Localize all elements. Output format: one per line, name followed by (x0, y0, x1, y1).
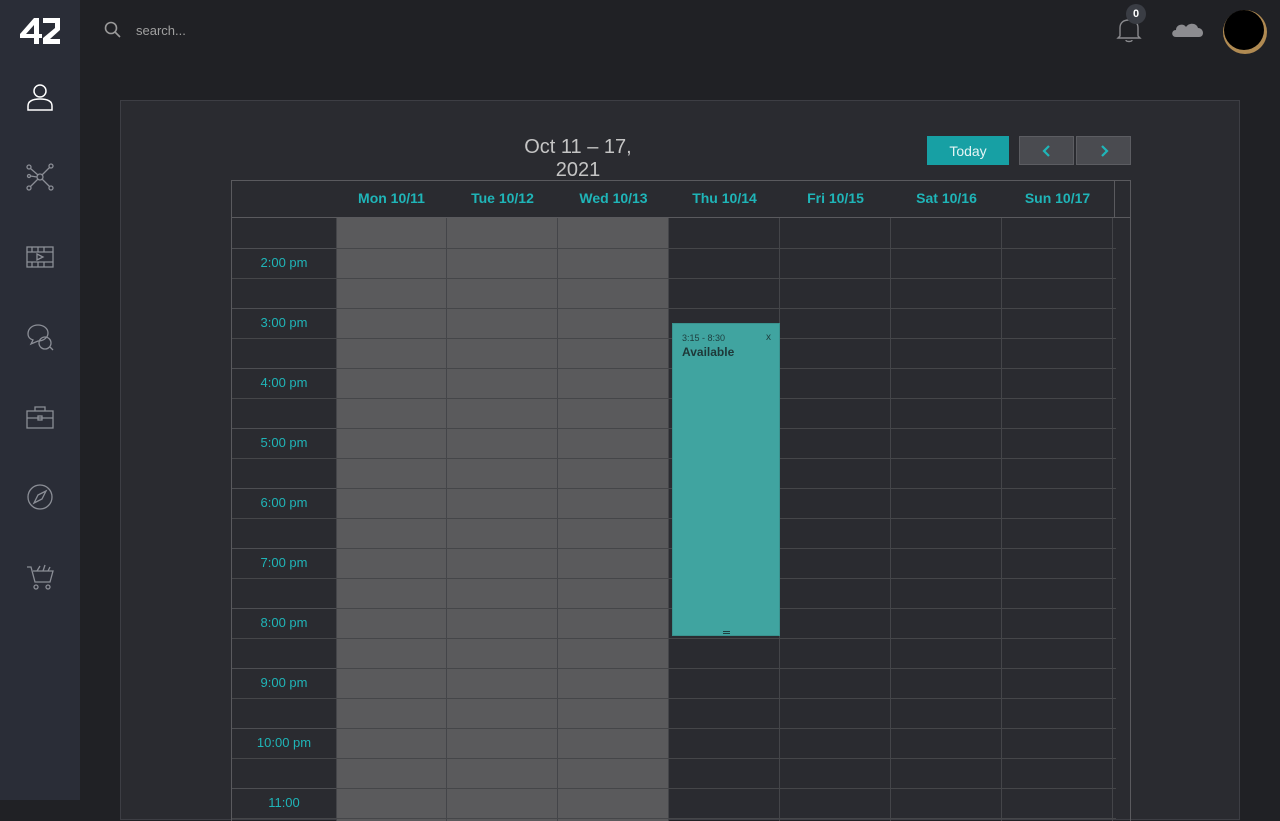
time-label: 2:00 pm (260, 255, 308, 270)
cloud-icon[interactable] (1170, 19, 1206, 39)
row-divider (232, 248, 1116, 249)
availability-event[interactable]: 3:15 - 8:30 x Available (672, 323, 780, 636)
row-divider (232, 308, 1116, 309)
avatar[interactable] (1224, 10, 1264, 50)
day-header: Sat 10/16 (916, 190, 977, 206)
time-label: 5:00 pm (260, 435, 308, 450)
day-header: Mon 10/11 (358, 190, 425, 206)
day-header: Tue 10/12 (471, 190, 534, 206)
prev-week-button[interactable] (1019, 136, 1074, 165)
row-divider (232, 668, 1116, 669)
scrollbar-header-spacer (1114, 181, 1130, 218)
chevron-right-icon (1101, 145, 1109, 157)
next-week-button[interactable] (1076, 136, 1131, 165)
network-icon[interactable] (25, 162, 55, 192)
day-header: Fri 10/15 (807, 190, 864, 206)
label-row-divider (232, 428, 336, 429)
row-divider (232, 758, 1116, 759)
time-label: 4:00 pm (260, 375, 308, 390)
row-divider (232, 728, 1116, 729)
label-row-divider (232, 368, 336, 369)
event-resize-handle[interactable] (723, 631, 730, 634)
label-row-divider (232, 308, 336, 309)
event-time: 3:15 - 8:30 (682, 333, 726, 343)
today-button[interactable]: Today (927, 136, 1009, 165)
compass-icon[interactable] (25, 482, 55, 512)
notification-badge: 0 (1126, 4, 1146, 24)
calendar-panel: Oct 11 – 17, 2021 Today Mon 10/11 Tue 10/… (120, 100, 1240, 821)
row-divider (232, 278, 1116, 279)
video-icon[interactable] (25, 242, 55, 272)
event-close-button[interactable]: x (766, 332, 771, 343)
chat-icon[interactable] (25, 322, 55, 352)
event-title: Available (682, 345, 735, 359)
label-row-divider (232, 488, 336, 489)
time-label: 10:00 pm (256, 735, 312, 750)
row-divider (232, 638, 1116, 639)
time-label: 9:00 pm (260, 675, 308, 690)
search-input[interactable] (136, 20, 436, 40)
top-bar: 0 (80, 0, 1280, 60)
day-header: Thu 10/14 (692, 190, 757, 206)
label-row-divider (232, 728, 336, 729)
row-divider (232, 698, 1116, 699)
user-icon[interactable] (25, 82, 55, 112)
cart-icon[interactable] (25, 562, 55, 592)
chevron-left-icon (1042, 145, 1050, 157)
label-row-divider (232, 668, 336, 669)
label-row-divider (232, 248, 336, 249)
label-row-divider (232, 788, 336, 789)
time-label: 7:00 pm (260, 555, 308, 570)
briefcase-icon[interactable] (25, 402, 55, 432)
calendar-grid: Mon 10/11 Tue 10/12 Wed 10/13 Thu 10/14 Fri … (231, 180, 1131, 821)
search-icon (104, 21, 121, 38)
time-label: 11:00 (268, 795, 300, 810)
logo-42[interactable] (18, 14, 62, 46)
time-label: 3:00 pm (260, 315, 308, 330)
day-header: Sun 10/17 (1024, 190, 1091, 206)
time-label: 6:00 pm (260, 495, 308, 510)
label-row-divider (232, 548, 336, 549)
time-label: 8:00 pm (260, 615, 308, 630)
row-divider (232, 818, 1116, 819)
row-divider (232, 788, 1116, 789)
day-header: Wed 10/13 (579, 190, 648, 206)
day-header-row: Mon 10/11 Tue 10/12 Wed 10/13 Thu 10/14 Fri … (232, 181, 1130, 218)
label-row-divider (232, 608, 336, 609)
sidebar (0, 0, 80, 800)
calendar-title: Oct 11 – 17, 2021 (524, 136, 632, 181)
